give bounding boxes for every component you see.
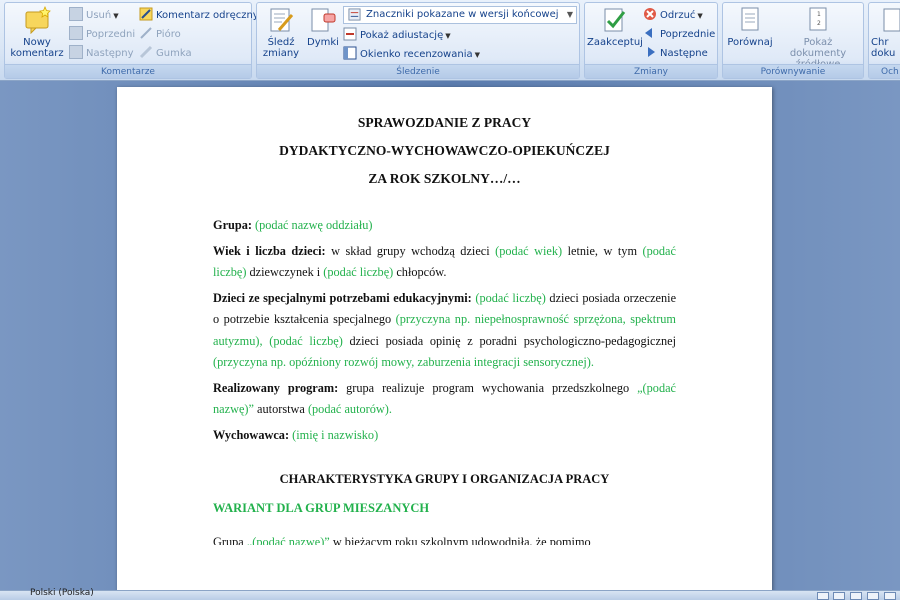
delete-comment-icon <box>69 7 83 21</box>
handwritten-comment-button[interactable]: Komentarz odręczny <box>139 7 259 23</box>
svg-text:2: 2 <box>817 20 821 27</box>
group-porownywanie: Porównaj 1 2 Pokaż dokumenty źródłowe Po… <box>722 2 864 79</box>
next-comment-icon <box>69 45 83 59</box>
accept-label: Zaakceptuj <box>587 37 643 48</box>
compare-button[interactable]: Porównaj <box>725 6 775 48</box>
paragraph-wiek: Wiek i liczba dzieci: w skład grupy wcho… <box>213 243 676 280</box>
group-label-porownywanie: Porównywanie <box>723 64 863 78</box>
markup-display-value: Znaczniki pokazane w wersji końcowej <box>366 9 559 20</box>
accept-button[interactable]: Zaakceptuj <box>587 6 643 48</box>
document-body[interactable]: SPRAWOZDANIE Z PRACY DYDAKTYCZNO-WYCHOWA… <box>213 109 676 545</box>
show-markup-button[interactable]: Pokaż adiustację ▼ <box>343 27 451 43</box>
protect-document-label: Chr doku <box>871 37 896 59</box>
next-change-button[interactable]: Następne <box>643 45 708 61</box>
compare-icon <box>741 7 759 31</box>
show-source-documents-button[interactable]: 1 2 Pokaż dokumenty źródłowe <box>775 6 861 70</box>
new-comment-label: Nowy komentarz <box>10 37 64 59</box>
variant-heading: WARIANT DLA GRUP MIESZANYCH <box>213 501 430 515</box>
protect-document-button[interactable]: Chr doku <box>871 6 900 59</box>
full-screen-view-icon[interactable] <box>833 592 846 600</box>
accept-icon <box>604 8 626 32</box>
balloons-icon <box>311 8 336 32</box>
handwritten-pen-icon <box>139 7 153 21</box>
markup-display-dropdown[interactable]: Znaczniki pokazane w wersji końcowej ▼ <box>343 6 577 24</box>
pen-button[interactable]: Pióro <box>139 26 181 42</box>
balloons-button[interactable]: Dymki <box>305 6 341 48</box>
show-markup-icon <box>343 27 357 41</box>
section-heading-charakterystyka: CHARAKTERYSTYKA GRUPY I ORGANIZACJA PRAC… <box>279 472 610 486</box>
paragraph-cut-off: Grupa „(podać nazwę)” w bieżącym roku sz… <box>213 535 591 545</box>
outline-view-icon[interactable] <box>867 592 880 600</box>
track-changes-button[interactable]: Śledź zmiany <box>259 6 303 59</box>
previous-comment-button[interactable]: Poprzedni <box>69 26 135 42</box>
eraser-button[interactable]: Gumka <box>139 45 192 61</box>
group-label-komentarze: Komentarze <box>5 64 251 78</box>
new-comment-icon <box>25 6 51 34</box>
doc-title-line1: SPRAWOZDANIE Z PRACY <box>357 115 532 130</box>
source-documents-icon: 1 2 <box>809 7 827 31</box>
svg-text:1: 1 <box>817 11 821 18</box>
review-pane-icon <box>343 46 357 60</box>
group-label-zmiany: Zmiany <box>585 64 717 78</box>
reject-button[interactable]: Odrzuć ▼ <box>643 7 703 23</box>
paragraph-program: Realizowany program: grupa realizuje pro… <box>213 380 677 417</box>
view-buttons <box>815 592 896 600</box>
previous-change-icon <box>645 28 652 38</box>
language-indicator[interactable]: Polski (Polska) <box>30 588 94 598</box>
print-layout-view-icon[interactable] <box>816 592 829 600</box>
group-sledzenie: Śledź zmiany Dymki Znaczniki pokazane w … <box>256 2 580 79</box>
compare-label: Porównaj <box>727 37 773 48</box>
next-change-icon <box>648 47 655 57</box>
group-ochrona: Chr doku Och <box>868 2 900 79</box>
previous-comment-icon <box>69 26 83 40</box>
document-page[interactable]: SPRAWOZDANIE Z PRACY DYDAKTYCZNO-WYCHOWA… <box>117 87 772 592</box>
previous-change-button[interactable]: Poprzednie <box>643 26 715 42</box>
doc-title-line3: ZA ROK SZKOLNY…/… <box>368 171 521 186</box>
new-comment-button[interactable]: Nowy komentarz <box>9 6 65 59</box>
delete-comment-button[interactable]: Usuń ▼ <box>69 7 119 23</box>
draft-view-icon[interactable] <box>884 592 896 600</box>
group-label-ochrona: Och <box>869 64 900 78</box>
track-changes-icon <box>270 8 294 32</box>
next-comment-button[interactable]: Następny <box>69 45 134 61</box>
group-komentarze: Nowy komentarz Usuń ▼ Poprzedni Następny … <box>4 2 259 79</box>
status-bar: Polski (Polska) <box>0 588 900 600</box>
group-label-sledzenie: Śledzenie <box>257 64 579 78</box>
pen-icon <box>140 27 152 39</box>
doc-title-line2: DYDAKTYCZNO-WYCHOWAWCZO-OPIEKUŃCZEJ <box>279 143 610 158</box>
balloons-label: Dymki <box>307 37 339 48</box>
track-changes-label: Śledź zmiany <box>262 37 300 59</box>
paragraph-special-needs: Dzieci ze specjalnymi potrzebami edukacy… <box>213 290 677 370</box>
group-zmiany: Zaakceptuj Odrzuć ▼ Poprzednie Następne Z… <box>584 2 718 79</box>
review-ribbon: Nowy komentarz Usuń ▼ Poprzedni Następny … <box>0 0 900 81</box>
document-area: SPRAWOZDANIE Z PRACY DYDAKTYCZNO-WYCHOWA… <box>0 81 900 592</box>
review-pane-button[interactable]: Okienko recenzowania ▼ <box>343 46 480 62</box>
paragraph-wychowawca: Wychowawca: (imię i nazwisko) <box>213 427 379 442</box>
markup-display-icon <box>348 8 361 21</box>
chevron-down-icon: ▼ <box>566 10 573 19</box>
eraser-icon <box>139 45 153 59</box>
paragraph-grupa: Grupa: (podać nazwę oddziału) <box>213 218 373 232</box>
reject-icon <box>644 8 656 20</box>
protect-document-icon <box>883 8 900 32</box>
web-layout-view-icon[interactable] <box>850 592 863 600</box>
